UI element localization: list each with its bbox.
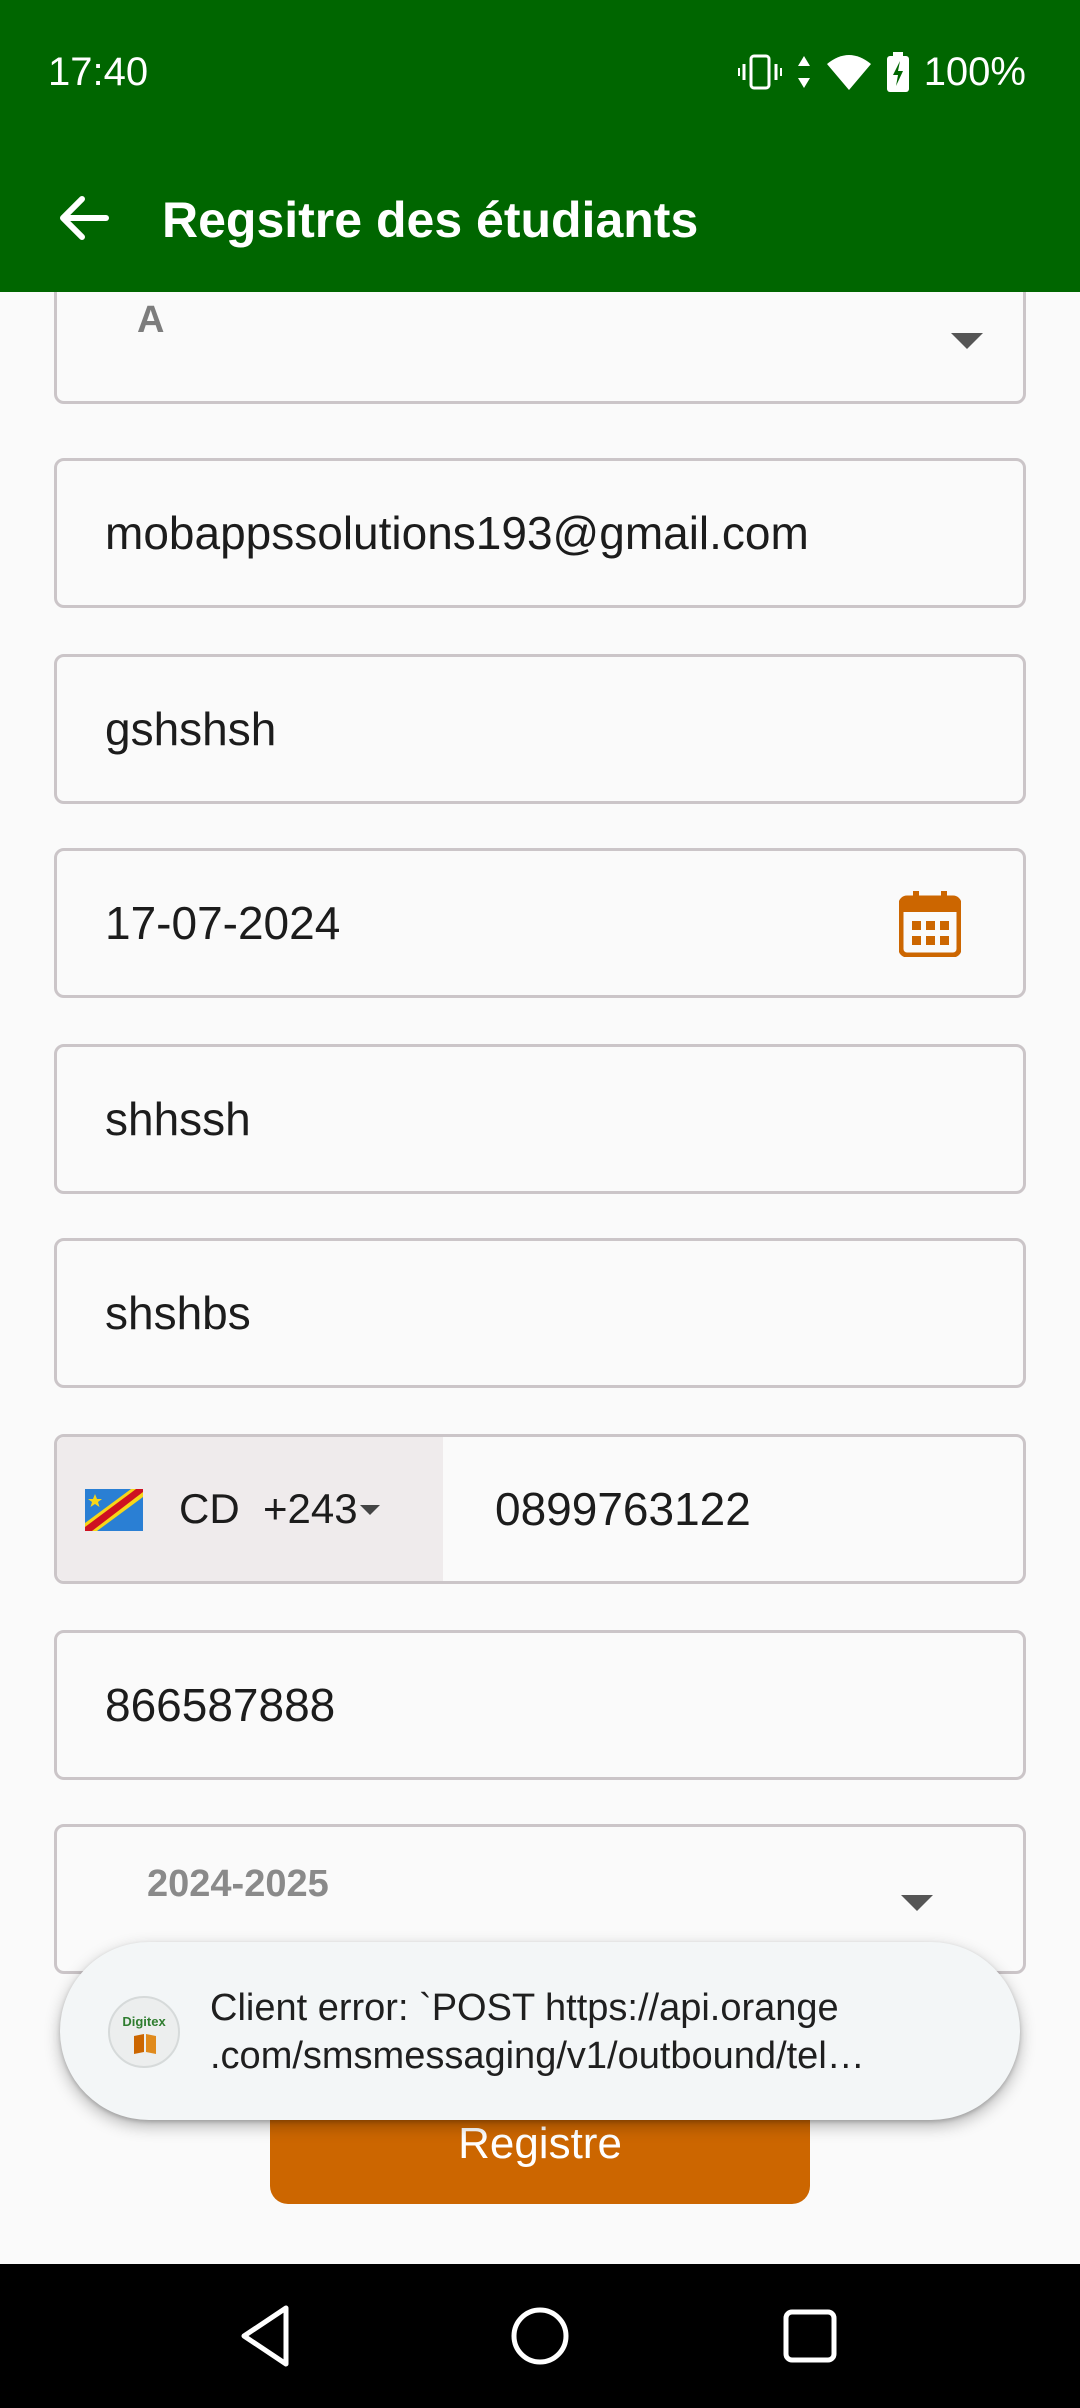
battery-charging-icon [886,52,909,92]
app-logo-text: Digitex [122,2014,166,2029]
email-field-value: mobappssolutions193@gmail.com [105,507,809,559]
drc-flag-icon [85,1489,143,1531]
status-bar: 17:40 100% [0,0,1080,146]
recents-square-icon[interactable] [772,2298,848,2374]
country-dial-code: CD +243 [179,1437,358,1581]
vibrate-icon [737,54,782,90]
page-title: Regsitre des étudiants [162,192,699,248]
birth-date-value: 17-07-2024 [105,897,341,949]
app-bar: Regsitre des étudiants [0,146,1080,292]
section-dropdown[interactable]: A [54,292,1026,404]
text-field-7[interactable]: 866587888 [54,1630,1026,1780]
back-button[interactable] [52,186,116,250]
birth-date-field[interactable]: 17-07-2024 [54,848,1026,998]
chevron-down-icon [951,333,983,349]
phone-number-value: 0899763122 [495,1483,751,1535]
text-field-7-value: 866587888 [105,1679,336,1731]
wifi-icon [826,55,871,90]
email-field[interactable]: mobappssolutions193@gmail.com [54,458,1026,608]
country-code: CD [179,1485,240,1532]
status-icons: 100% [737,44,1026,100]
toast-message: Client error: `POST https://api.orange .… [210,1984,990,2080]
text-field-4-value: shhssh [105,1093,251,1145]
dial-code: +243 [263,1485,358,1532]
toast-line-2: .com/smsmessaging/v1/outbound/tel… [210,2035,865,2077]
back-triangle-icon[interactable] [230,2298,306,2374]
error-toast: Digitex Client error: `POST https://api.… [60,1942,1020,2120]
toast-line-1: Client error: `POST https://api.orange [210,1987,839,2029]
book-icon [134,2034,156,2054]
status-time: 17:40 [48,50,149,94]
academic-year-value: 2024-2025 [147,1863,329,1905]
text-field-5[interactable]: shshbs [54,1238,1026,1388]
calendar-icon[interactable] [899,891,961,957]
text-field-2[interactable]: gshshsh [54,654,1026,804]
country-code-picker[interactable]: CD +243 [57,1437,443,1581]
system-nav-bar [0,2264,1080,2408]
phone-field[interactable]: CD +243 0899763122 [54,1434,1026,1584]
section-dropdown-value: A [137,299,165,341]
data-arrows-icon [797,56,810,88]
text-field-2-value: gshshsh [105,703,277,755]
text-field-4[interactable]: shhssh [54,1044,1026,1194]
app-logo-icon: Digitex [108,1996,180,2068]
arrow-left-icon [60,196,109,240]
home-circle-icon[interactable] [502,2298,578,2374]
register-button-label: Registre [458,2119,622,2168]
text-field-5-value: shshbs [105,1287,251,1339]
chevron-down-icon [360,1505,380,1515]
chevron-down-icon [901,1895,933,1911]
battery-percent: 100% [923,50,1026,94]
